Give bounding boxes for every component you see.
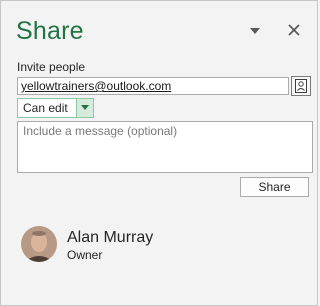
share-pane: Share Invite people yellowtrainers@outlo… [0, 0, 318, 306]
invite-email-input[interactable]: yellowtrainers@outlook.com [17, 77, 289, 95]
address-book-button[interactable] [291, 76, 311, 96]
close-icon [288, 24, 300, 36]
share-button[interactable]: Share [240, 177, 309, 197]
triangle-down-icon [250, 28, 260, 34]
owner-role: Owner [67, 248, 103, 262]
pane-options-button[interactable] [245, 23, 265, 39]
address-book-icon [295, 79, 307, 93]
message-input[interactable] [17, 121, 313, 173]
pane-title: Share [16, 17, 84, 45]
permission-selected-value: Can edit [23, 101, 68, 115]
owner-name: Alan Murray [67, 229, 154, 246]
close-pane-button[interactable] [284, 20, 304, 40]
owner-avatar [21, 226, 57, 262]
triangle-down-icon [80, 105, 89, 110]
permission-dropdown-arrow[interactable] [75, 99, 93, 117]
invite-people-label: Invite people [17, 60, 86, 74]
permission-dropdown[interactable]: Can edit [17, 98, 94, 118]
